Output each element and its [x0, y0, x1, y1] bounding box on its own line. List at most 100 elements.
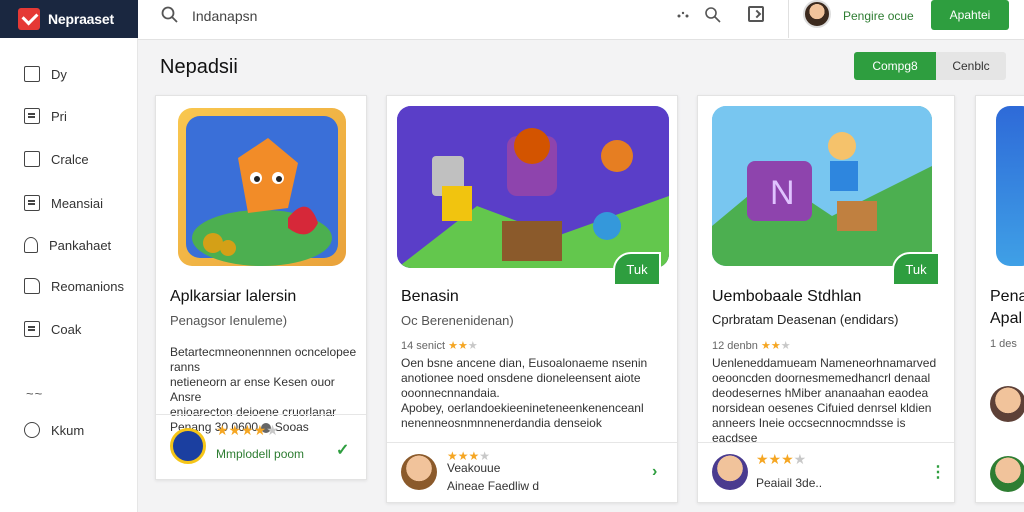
person-icon [24, 237, 38, 253]
app-card[interactable]: Pena Apal 1 des [975, 95, 1024, 503]
card-subtitle: Penagsor Ienuleme) [170, 313, 288, 328]
app-thumbnail[interactable] [178, 108, 346, 266]
calendar-icon [24, 66, 40, 82]
desc-line: enioarecton deioene cruorlanar [170, 405, 337, 419]
empty-stars: ★ [793, 451, 807, 467]
card-subtitle: Apal [990, 310, 1023, 327]
rating-stars-inline: ★★ [448, 340, 468, 352]
developer-name[interactable]: Mmplodell poom [216, 447, 304, 461]
check-icon[interactable]: ✓ [336, 440, 349, 460]
card-description: Uenleneddamueam Nameneorhnamarved oeoonc… [712, 356, 948, 446]
desc-line: deodesernes hMiber ananaahan eaodea [712, 386, 929, 400]
top-bar: Indanapsn Pengire ocue Apahtei [138, 0, 1024, 40]
page-icon [24, 321, 40, 337]
game-artwork-icon [397, 106, 669, 268]
sidebar-item-2[interactable]: Cralce [24, 149, 89, 169]
sidebar-separator: ~~ [26, 386, 44, 401]
sidebar: Dy Pri Cralce Meansiai Pankahaet Reomani… [0, 38, 138, 512]
search-input[interactable]: Indanapsn [192, 8, 257, 24]
calendar-icon [24, 151, 40, 167]
developer-name: Aineae Faedliw d [447, 479, 540, 493]
card-description: Oen bsne ancene dian, Eusoalonaeme nseni… [401, 356, 671, 431]
card-title[interactable]: Uembobaale Stdhlan [712, 288, 861, 306]
sidebar-item-label: Reomanions [51, 278, 124, 294]
developer-avatar[interactable] [990, 386, 1024, 422]
search-icon[interactable] [160, 5, 180, 25]
desc-line: Uenleneddamueam Nameneorhnamarved [712, 356, 937, 370]
app-thumbnail[interactable]: N [712, 106, 932, 266]
user-label[interactable]: Pengire ocue [843, 9, 914, 23]
sidebar-item-5[interactable]: Reomanions [24, 276, 124, 296]
chevron-right-icon[interactable]: › [652, 463, 657, 481]
developer-name: Peaiail 3de.. [756, 476, 823, 490]
developer-avatar[interactable] [990, 456, 1024, 492]
rating-stars: ★★★★ [756, 451, 806, 468]
desc-line: nenenneosnmnnenerdandia denseiok [401, 416, 602, 430]
card-title[interactable]: Aplkarsiar lalersin [170, 288, 296, 306]
card-divider [156, 414, 366, 415]
more-vertical-icon[interactable]: ⋮ [930, 462, 946, 482]
user-avatar[interactable] [803, 0, 831, 28]
inspect-tool-icon[interactable] [704, 6, 722, 24]
filled-stars: ★★★★ [216, 422, 267, 438]
sidebar-item-7[interactable]: Kkum [24, 420, 84, 440]
sidebar-item-label: Meansiai [51, 195, 104, 211]
card-badge: Tuk [613, 252, 661, 286]
developer-avatar[interactable] [170, 428, 206, 464]
card-title[interactable]: Benasin [401, 288, 459, 306]
sidebar-item-label: Dy [51, 66, 67, 82]
developer-avatar[interactable] [401, 454, 437, 490]
card-rating: 14 senict ★★★ [401, 339, 478, 352]
filled-stars: ★★★ [756, 451, 794, 467]
sidebar-item-6[interactable]: Coak [24, 319, 81, 339]
card-badge: Tuk [892, 252, 940, 286]
desc-line: Oen bsne ancene dian, Eusoalonaeme nseni… [401, 356, 648, 370]
rating-star-off: ★ [467, 340, 478, 352]
rating-stars-inline: ★★ [760, 340, 781, 352]
sidebar-item-label: Pri [51, 108, 67, 124]
svg-text:N: N [770, 174, 795, 212]
game-artwork-icon [186, 116, 338, 266]
sidebar-item-label: Kkum [51, 422, 85, 438]
app-card[interactable]: Aplkarsiar lalersin Penagsor Ienuleme) B… [155, 95, 367, 480]
open-external-icon[interactable] [748, 6, 764, 22]
desc-line: norsidean oesenes Cifuied denrsel kldien [712, 401, 932, 415]
card-rating: 1 des [990, 338, 1017, 350]
desc-line: netieneorn ar ense Kesen ouor Ansre [170, 375, 335, 404]
more-options-icon[interactable] [676, 10, 690, 20]
card-divider [698, 442, 954, 443]
document-icon [24, 108, 40, 124]
card-title[interactable]: Pena [990, 288, 1024, 306]
card-subtitle: Cprbratam Deasenan (endidars) [712, 312, 899, 327]
desc-line: oeooncden doornesmemedhancrl denaal [712, 371, 931, 385]
segment-active-button[interactable]: Compg8 [854, 52, 936, 80]
app-card[interactable]: Tuk Benasin Oc Berenenidenan) 14 senict … [386, 95, 678, 503]
card-rating: 12 denbn ★★★ [712, 339, 791, 352]
desc-line: Betartecmneonennnen ocncelopee ranns [170, 345, 357, 374]
sidebar-item-0[interactable]: Dy [24, 64, 67, 84]
developer-title[interactable]: Veakouue [447, 461, 500, 475]
game-artwork-icon: N [712, 106, 932, 266]
sidebar-item-label: Coak [51, 321, 82, 337]
app-thumbnail[interactable] [996, 106, 1024, 266]
segment-inactive-button[interactable]: Cenblc [936, 52, 1006, 80]
sidebar-item-4[interactable]: Pankahaet [24, 235, 111, 255]
desc-line: anotionee noed onsdene dioneleensent aio… [401, 371, 641, 385]
app-thumbnail[interactable] [397, 106, 669, 268]
sidebar-item-label: Cralce [51, 151, 89, 167]
app-card[interactable]: N Tuk Uembobaale Stdhlan Cprbratam Dease… [697, 95, 955, 503]
sidebar-item-1[interactable]: Pri [24, 106, 67, 126]
empty-stars: ★ [266, 422, 279, 438]
primary-action-button[interactable]: Apahtei [931, 0, 1009, 30]
topbar-divider [788, 0, 789, 38]
app-brand[interactable]: Nepraaset [0, 0, 138, 38]
developer-avatar[interactable] [712, 454, 748, 490]
flag-icon [24, 278, 40, 294]
sidebar-item-label: Pankahaet [49, 237, 112, 253]
card-subtitle: Oc Berenenidenan) [401, 313, 514, 328]
rating-text: 14 senict [401, 340, 446, 352]
document-icon [24, 195, 40, 211]
app-name: Nepraaset [48, 11, 114, 27]
sidebar-item-3[interactable]: Meansiai [24, 193, 103, 213]
desc-line: ooonnecnnandaia. [401, 386, 500, 400]
